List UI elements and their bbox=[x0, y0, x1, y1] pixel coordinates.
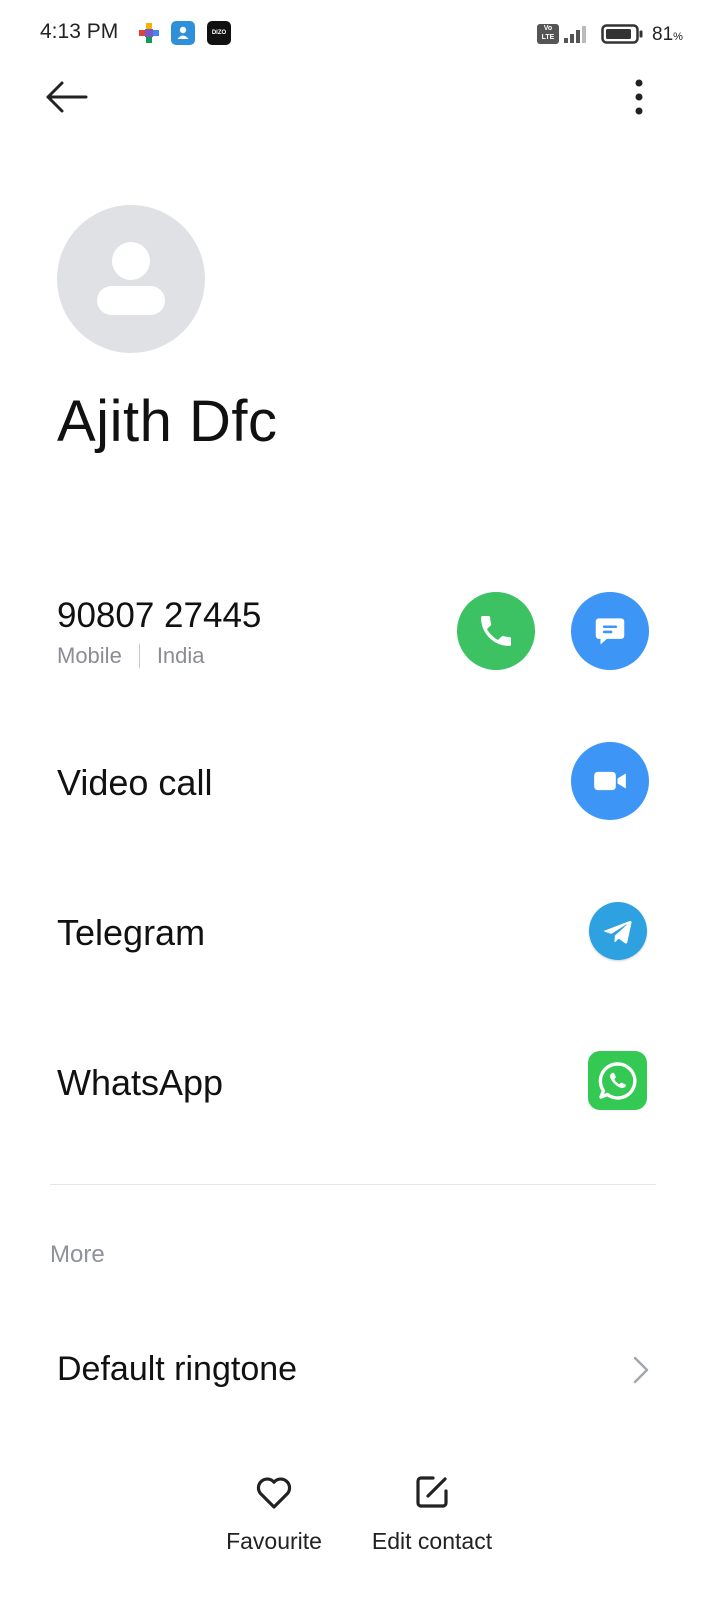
status-time: 4:13 PM bbox=[40, 20, 119, 43]
message-icon bbox=[595, 618, 625, 645]
call-button[interactable] bbox=[457, 592, 535, 670]
dizo-app-icon: DIZO bbox=[207, 21, 231, 45]
meta-divider bbox=[138, 644, 140, 668]
back-arrow-icon bbox=[46, 81, 88, 113]
signal-icon bbox=[563, 24, 591, 44]
avatar bbox=[57, 205, 205, 353]
more-options-button[interactable] bbox=[620, 74, 660, 120]
battery-percent: 81% bbox=[652, 24, 683, 45]
video-call-button[interactable] bbox=[571, 742, 649, 820]
more-vertical-icon bbox=[635, 79, 643, 115]
favourite-button[interactable]: Favourite bbox=[218, 1462, 330, 1558]
video-camera-icon bbox=[594, 771, 626, 791]
default-ringtone-row[interactable]: Default ringtone bbox=[40, 1330, 670, 1412]
edit-contact-label: Edit contact bbox=[371, 1528, 493, 1554]
default-ringtone-label: Default ringtone bbox=[57, 1350, 298, 1388]
heart-icon bbox=[252, 1470, 296, 1514]
edit-icon bbox=[410, 1470, 454, 1514]
volte-icon: Vo LTE bbox=[537, 24, 559, 44]
chevron-right-icon bbox=[628, 1354, 654, 1386]
puzzle-app-icon bbox=[137, 21, 161, 45]
contact-name: Ajith Dfc bbox=[57, 389, 278, 454]
phone-meta: Mobile India bbox=[57, 643, 205, 669]
phone-type: Mobile bbox=[57, 643, 122, 668]
message-button[interactable] bbox=[571, 592, 649, 670]
video-call-label[interactable]: Video call bbox=[57, 762, 212, 804]
edit-contact-button[interactable]: Edit contact bbox=[362, 1462, 502, 1558]
phone-icon bbox=[481, 616, 511, 646]
contacts-app-icon bbox=[171, 21, 195, 45]
whatsapp-icon[interactable] bbox=[588, 1051, 647, 1110]
section-divider bbox=[50, 1184, 656, 1185]
back-button[interactable] bbox=[40, 74, 94, 120]
phone-region: India bbox=[156, 643, 205, 668]
phone-number[interactable]: 90807 27445 bbox=[57, 596, 261, 636]
person-icon bbox=[97, 242, 165, 315]
status-bar: 4:13 PM DIZO Vo LTE 81% bbox=[0, 0, 720, 68]
telegram-label[interactable]: Telegram bbox=[57, 912, 205, 954]
whatsapp-label[interactable]: WhatsApp bbox=[57, 1062, 223, 1104]
telegram-icon[interactable] bbox=[589, 902, 647, 960]
favourite-label: Favourite bbox=[226, 1528, 322, 1554]
more-section-title: More bbox=[50, 1241, 105, 1268]
battery-icon bbox=[601, 24, 643, 44]
